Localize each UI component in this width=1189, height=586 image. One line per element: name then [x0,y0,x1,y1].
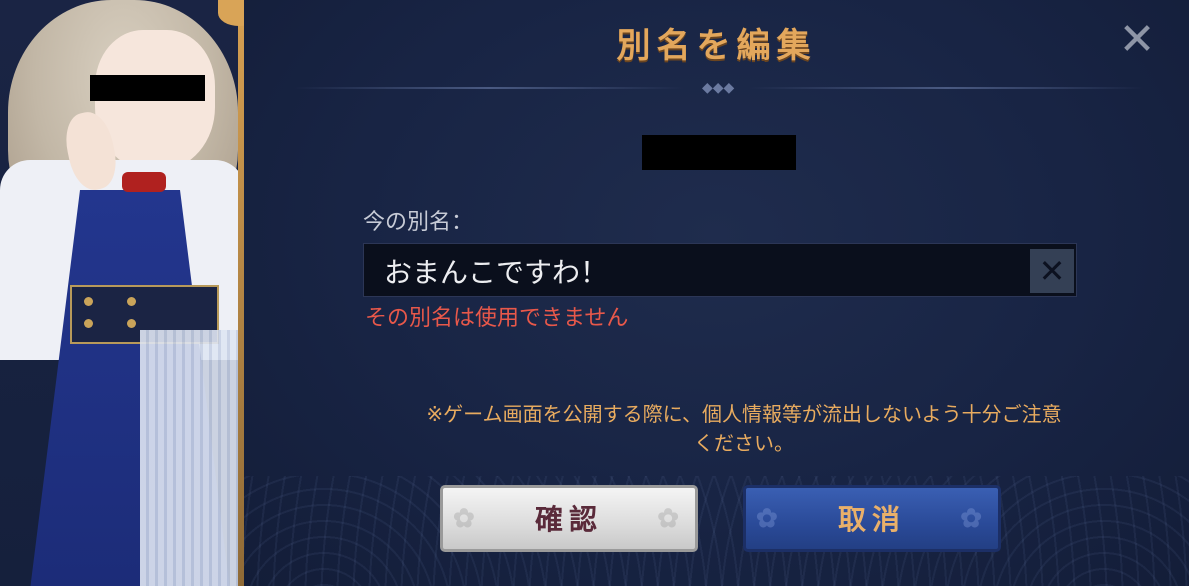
close-icon[interactable]: ✕ [1114,18,1160,64]
confirm-button-label: 確認 [534,503,603,536]
privacy-notice-line2: ください。 [694,431,794,455]
cancel-button-label: 取消 [837,503,906,536]
censor-bar [90,75,205,101]
sakura-icon: ✿ [960,504,988,534]
error-message: その別名は使用できません [365,306,629,331]
alias-input-box[interactable]: ✕ [363,243,1077,298]
diamond-ornament-icon: ◆◆◆ [702,80,735,96]
edit-alias-dialog: 別名を編集 ✕ ◆◆◆ 今の別名： ✕ その別名は使用できません ※ゲーム画面を… [244,0,1189,586]
divider-line-right [749,87,1144,89]
belt-button [127,319,136,328]
privacy-notice-line1: ※ゲーム画面を公開する際に、個人情報等が流出しないよう十分ご注意 [426,402,1062,426]
belt-button [84,319,93,328]
sakura-icon: ✿ [756,504,784,534]
censor-bar [642,135,796,170]
sakura-icon: ✿ [453,504,481,534]
dialog-title: 別名を編集 [616,26,817,66]
privacy-notice: ※ゲーム画面を公開する際に、個人情報等が流出しないよう十分ご注意 ください。 [364,400,1124,458]
belt-button [84,297,93,306]
character-ribbon [122,172,166,192]
divider-line-left [294,87,684,89]
belt-button [127,297,136,306]
cancel-button[interactable]: ✿ 取消 ✿ [743,485,1001,552]
clear-icon[interactable]: ✕ [1030,249,1074,293]
character-skirt-pleats [140,330,250,586]
confirm-button[interactable]: ✿ 確認 ✿ [440,485,698,552]
character-portrait [0,0,250,586]
current-alias-label: 今の別名： [363,210,474,235]
alias-input[interactable] [364,244,1036,298]
wave-pattern [244,476,1189,586]
sakura-icon: ✿ [657,504,685,534]
